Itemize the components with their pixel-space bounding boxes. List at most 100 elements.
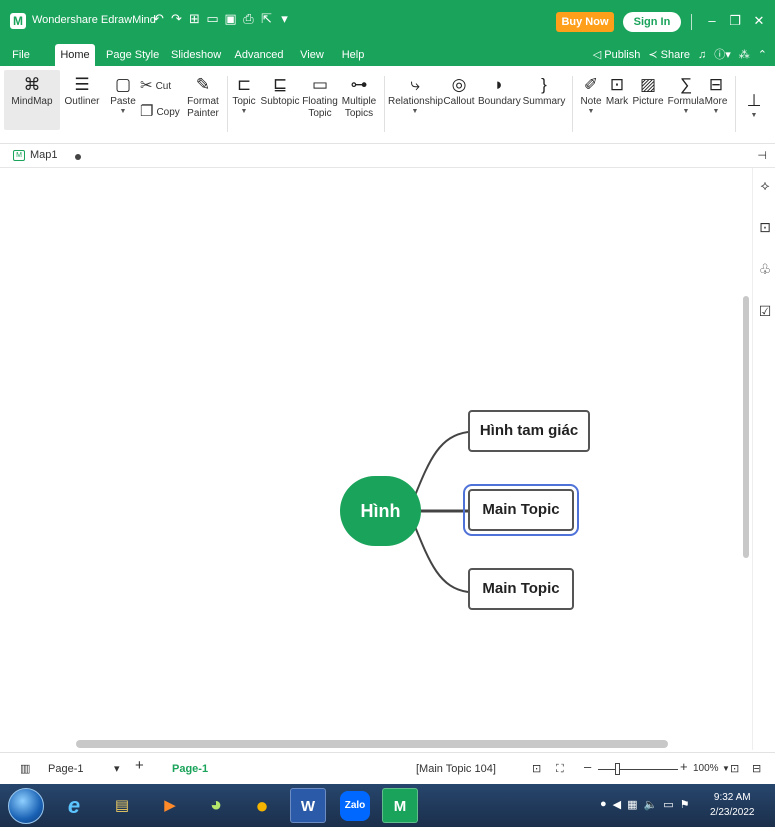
undo-icon[interactable]: ↶ [152,11,165,27]
internet-explorer-icon[interactable]: e [56,788,92,823]
more-button[interactable]: ⊟ More ▼ [704,74,728,116]
unsaved-dot-icon[interactable] [75,154,81,160]
collapse-ribbon-icon[interactable]: ⌃ [758,44,767,66]
page-select-chevron-icon[interactable]: ▾ [114,762,120,776]
mark-panel-icon[interactable]: ⊡ [757,218,773,236]
panel-toggle-icon[interactable]: ⊟ [752,762,761,776]
fit-width-icon[interactable]: ⊡ [730,762,739,776]
app-title: Wondershare EdrawMind [32,14,156,26]
restore-icon[interactable]: ❐ [728,13,742,29]
coccoc-browser-icon[interactable]: ◕ [198,788,234,823]
mindmap-button[interactable]: ⌘ MindMap [4,70,60,130]
edrawmind-taskbar-icon[interactable]: M [382,788,418,823]
zalo-tray-icon[interactable]: ● [600,798,607,811]
paste-button[interactable]: ▢ Paste ▼ [109,74,137,116]
fullscreen-icon[interactable]: ⛶ [556,762,564,776]
add-page-icon[interactable]: + [135,758,144,773]
task-icon[interactable]: ☑ [757,302,773,320]
export-icon[interactable]: ⇱ [260,11,273,27]
ribbon-separator [227,76,228,132]
apps-icon[interactable]: ⁂ [739,44,750,66]
media-player-icon[interactable]: ▶ [152,788,188,823]
horizontal-scrollbar[interactable] [76,740,668,748]
help-icon[interactable]: ⓘ▾ [714,44,731,66]
layout-options-button[interactable]: ⊥ ▼ [745,90,763,120]
brush-icon: ✎ [195,75,211,94]
floating-topic-icon: ▭ [311,75,329,94]
arrow-tray-icon[interactable]: ◀ [613,798,621,811]
vertical-scrollbar[interactable] [743,296,749,558]
zoom-level[interactable]: 100% [693,762,719,776]
volume-icon[interactable]: 🔈 [644,798,658,811]
mark-button[interactable]: ⊡ Mark [605,74,629,108]
sign-in-button[interactable]: Sign In [623,12,681,32]
callout-icon: ◎ [451,75,467,94]
zoom-slider-handle[interactable] [615,763,620,775]
format-painter-button[interactable]: ✎ Format Painter [184,74,222,120]
central-topic[interactable]: Hình [340,476,421,546]
outliner-button[interactable]: ☰ Outliner [62,74,102,108]
connector-topic-1 [413,431,469,499]
document-tabs: M Map1 ⊣ [0,144,775,168]
callout-button[interactable]: ◎ Callout [442,74,476,108]
file-explorer-icon[interactable]: ▤ [104,788,140,823]
relationship-button[interactable]: ⤷ Relationship ▼ [388,74,443,116]
minimize-icon[interactable]: – [705,13,719,29]
print-icon[interactable]: ⎙ [242,11,255,27]
cut-button[interactable]: ✂ Cut [140,78,171,94]
start-button[interactable] [8,788,44,824]
tab-file[interactable]: File [8,44,34,66]
title-separator [691,14,692,30]
customize-toolbar-icon[interactable]: ▾ [278,11,291,27]
new-file-icon[interactable]: ⊞ [188,11,201,27]
tab-page-style[interactable]: Page Style [106,44,159,66]
page-view-icon[interactable]: ▥ [20,762,30,776]
floating-topic-button[interactable]: ▭ Floating Topic [302,74,338,120]
system-clock[interactable]: 9:32 AM 2/23/2022 [710,790,755,820]
copy-button[interactable]: ❐ Copy [140,104,180,120]
buy-now-button[interactable]: Buy Now [556,12,614,32]
formula-button[interactable]: ∑ Formula ▼ [666,74,706,116]
page-tab-page-1[interactable]: Page-1 [172,762,208,776]
flag-icon[interactable]: ⚑ [680,798,690,811]
chrome-icon[interactable]: ● [244,788,280,823]
open-folder-icon[interactable]: ▭ [206,11,219,27]
word-icon[interactable]: W [290,788,326,823]
boundary-button[interactable]: ◗ Boundary [478,74,521,108]
main-topic-node[interactable]: Hình tam giác [468,410,590,452]
document-tab-map1[interactable]: Map1 [30,149,58,161]
zoom-out-icon[interactable]: – [584,760,591,774]
zalo-icon[interactable]: Zalo [340,791,370,821]
main-topic-node[interactable]: Main Topic [468,568,574,610]
summary-button[interactable]: } Summary [522,74,566,108]
page-select[interactable]: Page-1 [48,762,83,776]
ribbon-separator [384,76,385,132]
clipart-icon[interactable]: ♧ [757,260,773,278]
format-paint-icon[interactable]: ⟡ [757,176,773,194]
multiple-topics-button[interactable]: ⊶ Multiple Topics [340,74,378,120]
zoom-slider-track[interactable] [598,769,678,770]
picture-button[interactable]: ▨ Picture [630,74,666,108]
zoom-in-icon[interactable]: + [680,760,688,774]
topic-button[interactable]: ⊏ Topic ▼ [230,74,258,116]
note-button[interactable]: ✐ Note ▼ [577,74,605,116]
network-icon[interactable]: ▦ [627,798,637,811]
redo-icon[interactable]: ↷ [170,11,183,27]
notification-bell-icon[interactable]: ♫ [698,44,706,66]
keyboard-icon[interactable]: ▭ [663,798,673,811]
close-icon[interactable]: ✕ [752,13,766,29]
mindmap-canvas[interactable]: Hình Hình tam giác Main Topic Main Topic [0,168,752,750]
pin-icon[interactable]: ⊣ [757,149,767,162]
tab-help[interactable]: Help [340,44,366,66]
subtopic-button[interactable]: ⊑ Subtopic [259,74,301,108]
main-topic-node-selected[interactable]: Main Topic [463,484,579,536]
zoom-chevron-icon[interactable]: ▼ [722,762,730,776]
share-button[interactable]: ≺ Share [648,44,690,66]
tab-view[interactable]: View [298,44,326,66]
tab-home[interactable]: Home [55,44,95,66]
fit-page-icon[interactable]: ⊡ [532,762,541,776]
tab-advanced[interactable]: Advanced [234,44,284,66]
tab-slideshow[interactable]: Slideshow [171,44,221,66]
save-icon[interactable]: ▣ [224,11,237,27]
publish-button[interactable]: ◁ Publish [593,44,641,66]
